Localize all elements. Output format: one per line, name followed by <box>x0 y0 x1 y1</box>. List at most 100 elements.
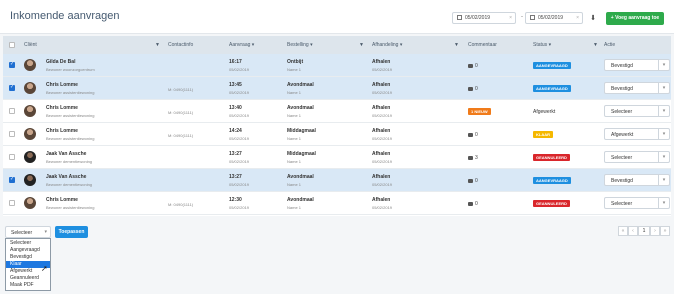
pager-prev[interactable]: ‹ <box>628 226 638 236</box>
add-request-button[interactable]: + Voeg aanvraag toe <box>606 12 664 25</box>
request-time: 14:24 <box>229 128 242 134</box>
handling-type: Afhalen <box>372 59 391 65</box>
row-checkbox[interactable] <box>9 176 15 183</box>
pager-next[interactable]: › <box>650 226 660 236</box>
client-type: Bewoner woonzorgcentrum <box>46 67 95 72</box>
comment-count[interactable]: 0 <box>468 63 478 69</box>
comment-count[interactable]: 0 <box>468 86 478 92</box>
order-meal: Middagmaal <box>287 128 316 134</box>
chevron-down-icon: ▾ <box>658 175 669 185</box>
row-checkbox[interactable] <box>9 84 15 91</box>
handling-type: Afhalen <box>372 197 391 203</box>
row-action-select[interactable]: Selecteer ▾ <box>604 197 670 209</box>
row-checkbox[interactable] <box>9 154 15 160</box>
filter-icon[interactable]: ▼ <box>359 42 364 48</box>
comment-count[interactable]: 0 <box>468 201 478 207</box>
client-type: Bewoner dementiewoning <box>46 182 93 187</box>
table-row[interactable]: Chris Lomme Bewoner assistentiewoning M:… <box>3 77 671 100</box>
handling-type: Afhalen <box>372 151 391 157</box>
row-action-select[interactable]: Selecteer ▾ <box>604 105 670 117</box>
avatar <box>24 59 36 71</box>
request-date: 05/02/2019 <box>229 136 250 141</box>
status-badge: GEANNULEERD <box>533 200 570 207</box>
row-checkbox[interactable] <box>9 108 15 114</box>
filter-icon[interactable]: ▼ <box>593 42 598 48</box>
order-meal: Avondmaal <box>287 174 314 180</box>
row-action-select[interactable]: Selecteer ▾ <box>604 151 670 163</box>
date-from-input[interactable]: 05/02/2019 × <box>452 12 516 24</box>
comment-count[interactable]: 3 <box>468 155 478 161</box>
row-action-value: Bevestigd <box>611 86 633 92</box>
order-sub: Name 1 <box>287 182 302 187</box>
col-request[interactable]: Aanvraag ▾ <box>229 42 254 48</box>
row-action-value: Selecteer <box>611 109 633 115</box>
dropdown-option[interactable]: Bevestigd <box>6 254 50 261</box>
filter-icon[interactable]: ▼ <box>155 42 160 48</box>
handling-date: 05/02/2019 <box>372 205 393 210</box>
mouse-cursor-icon: ➚ <box>41 264 48 273</box>
client-name[interactable]: Chris Lomme <box>46 82 78 88</box>
clear-date-to-icon[interactable]: × <box>576 13 579 23</box>
col-order[interactable]: Bestelling ▾ <box>287 42 313 48</box>
order-sub: Name 1 <box>287 205 302 210</box>
bulk-select-value: Selecteer <box>11 230 33 236</box>
row-action-select[interactable]: Bevestigd ▾ <box>604 82 670 94</box>
row-action-select[interactable]: Bevestigd ▾ <box>604 59 670 71</box>
date-to-input[interactable]: 05/02/2019 × <box>525 12 583 24</box>
table-row[interactable]: Chris Lomme Bewoner assistentiewoning M:… <box>3 123 671 146</box>
calendar-icon <box>457 15 462 20</box>
dropdown-option[interactable]: Geannuleerd <box>6 275 50 282</box>
row-action-value: Afgewerkt <box>611 132 634 138</box>
sort-icon: ▾ <box>251 42 255 48</box>
requests-table: Cliënt ▼ Contactinfo Aanvraag ▾ Bestelli… <box>3 36 671 216</box>
client-name[interactable]: Chris Lomme <box>46 128 78 134</box>
client-name[interactable]: Chris Lomme <box>46 105 78 111</box>
apply-button[interactable]: Toepassen <box>55 226 88 238</box>
request-time: 16:17 <box>229 59 242 65</box>
row-checkbox[interactable] <box>9 131 15 137</box>
row-action-value: Selecteer <box>611 201 633 207</box>
order-sub: Name 1 <box>287 136 302 141</box>
pager-last[interactable]: » <box>660 226 670 236</box>
table-row[interactable]: Gilda De Bal Bewoner woonzorgcentrum 16:… <box>3 54 671 77</box>
comment-count[interactable]: 0 <box>468 178 478 184</box>
row-action-select[interactable]: Bevestigd ▾ <box>604 174 670 186</box>
select-all-checkbox[interactable] <box>9 42 15 48</box>
pager-first[interactable]: « <box>618 226 628 236</box>
bulk-action-select[interactable]: Selecteer ▾ <box>5 226 51 238</box>
contact-info: M: 0490(1111) <box>168 133 194 138</box>
avatar <box>24 197 36 209</box>
new-comment-badge[interactable]: 1 NIEUW <box>468 108 491 115</box>
client-name[interactable]: Jaak Van Assche <box>46 174 86 180</box>
client-name[interactable]: Chris Lomme <box>46 197 78 203</box>
client-name[interactable]: Gilda De Bal <box>46 59 75 65</box>
chevron-down-icon: ▾ <box>658 60 669 70</box>
request-date: 05/02/2019 <box>229 113 250 118</box>
dropdown-option[interactable]: Maak PDF <box>6 282 50 289</box>
handling-type: Afhalen <box>372 174 391 180</box>
row-checkbox[interactable] <box>9 61 15 68</box>
client-name[interactable]: Jaak Van Assche <box>46 151 86 157</box>
table-row[interactable]: Jaak Van Assche Bewoner dementiewoning 1… <box>3 146 671 169</box>
chevron-down-icon: ▾ <box>658 106 669 116</box>
table-row[interactable]: Jaak Van Assche Bewoner dementiewoning 1… <box>3 169 671 192</box>
order-sub: Name 1 <box>287 90 302 95</box>
dropdown-option[interactable]: Selecteer <box>6 240 50 247</box>
row-action-select[interactable]: Afgewerkt ▾ <box>604 128 670 140</box>
dropdown-option[interactable]: Aangevraagd <box>6 247 50 254</box>
row-checkbox[interactable] <box>9 200 15 206</box>
contact-info: M: 0490(1111) <box>168 202 194 207</box>
pager-current[interactable]: 1 <box>638 226 650 236</box>
chevron-down-icon: ▾ <box>658 129 669 139</box>
clear-date-from-icon[interactable]: × <box>509 13 512 23</box>
filter-icon[interactable]: ▼ <box>454 42 459 48</box>
col-status[interactable]: Status ▾ <box>533 42 551 48</box>
download-icon[interactable]: ⬇ <box>588 14 598 23</box>
client-type: Bewoner assistentiewoning <box>46 136 95 141</box>
comment-count[interactable]: 0 <box>468 132 478 138</box>
table-row[interactable]: Chris Lomme Bewoner assistentiewoning M:… <box>3 100 671 123</box>
col-handling[interactable]: Afhandeling ▾ <box>372 42 402 48</box>
order-sub: Name 1 <box>287 159 302 164</box>
col-client[interactable]: Cliënt <box>24 42 37 48</box>
table-row[interactable]: Chris Lomme Bewoner assistentiewoning M:… <box>3 192 671 215</box>
